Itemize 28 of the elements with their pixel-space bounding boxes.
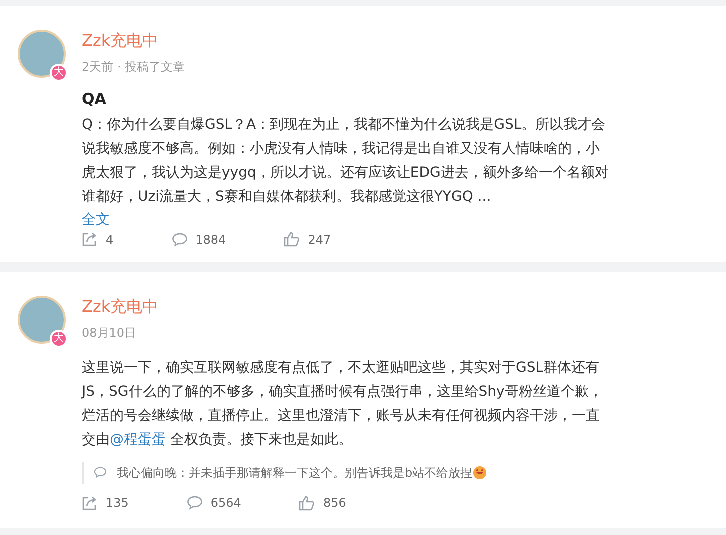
post-meta: 08月10日 <box>82 325 137 342</box>
post-title: QA <box>82 89 106 110</box>
reply-text: 我心偏向晚：并未插手那请解释一下这个。别告诉我是b站不给放捏 <box>117 465 473 482</box>
comment-count[interactable]: 6564 <box>210 494 242 512</box>
comment-icon <box>186 496 203 510</box>
avatar <box>18 30 66 78</box>
share-icon <box>82 232 98 247</box>
like-count[interactable]: 247 <box>308 230 332 248</box>
thumbs-up-icon <box>299 496 316 510</box>
comment-icon <box>172 232 188 246</box>
verified-badge: 大 <box>50 64 68 82</box>
like-count[interactable]: 856 <box>323 494 346 512</box>
share-count[interactable]: 4 <box>106 230 114 248</box>
share-icon <box>82 496 98 510</box>
author-name[interactable]: Zzk充电中 <box>82 30 159 52</box>
comment-icon <box>94 467 107 479</box>
author-name[interactable]: Zzk充电中 <box>82 296 159 318</box>
share-count[interactable]: 135 <box>106 494 129 512</box>
full-text-link[interactable]: 全文 <box>82 208 110 230</box>
avatar <box>18 296 66 344</box>
post-meta: 2天前 · 投稿了文章 <box>82 59 186 76</box>
comment-count[interactable]: 1884 <box>196 230 226 248</box>
post-body: 这里说一下，确实互联网敏感度有点低了，不太逛贴吧这些，其实对于GSL群体还有JS，SG什么的了解的不够多，确实直播时候有点强行串，这里给Shy哥粉丝道个歉，烂活的号会继续做，直播停止。这里也澄清下，账号从未有任何视频内容干涉，一直交由@程蛋蛋 全权负责。接下来也是如此。 <box>82 359 604 450</box>
mention-link[interactable]: @程蛋蛋 <box>110 432 166 448</box>
emoji-icon <box>472 466 487 480</box>
thumbs-up-icon <box>284 232 300 247</box>
post-body: Q：你为什么要自爆GSL？A：到现在为止，我都不懂为什么说我是GSL。所以我才会说我敏感度不够高。例如：小虎没有人情味，我记得是出自谁又没有人情味啥的，小虎太狠了，我认为这是yygq，所以才说。还有应该让EDG进去，额外多给一个名额对谁都好，Uzi流量大，S赛和自媒体都获利。我都感觉这很YYGQ ... <box>82 116 610 206</box>
verified-badge: 大 <box>50 330 68 348</box>
